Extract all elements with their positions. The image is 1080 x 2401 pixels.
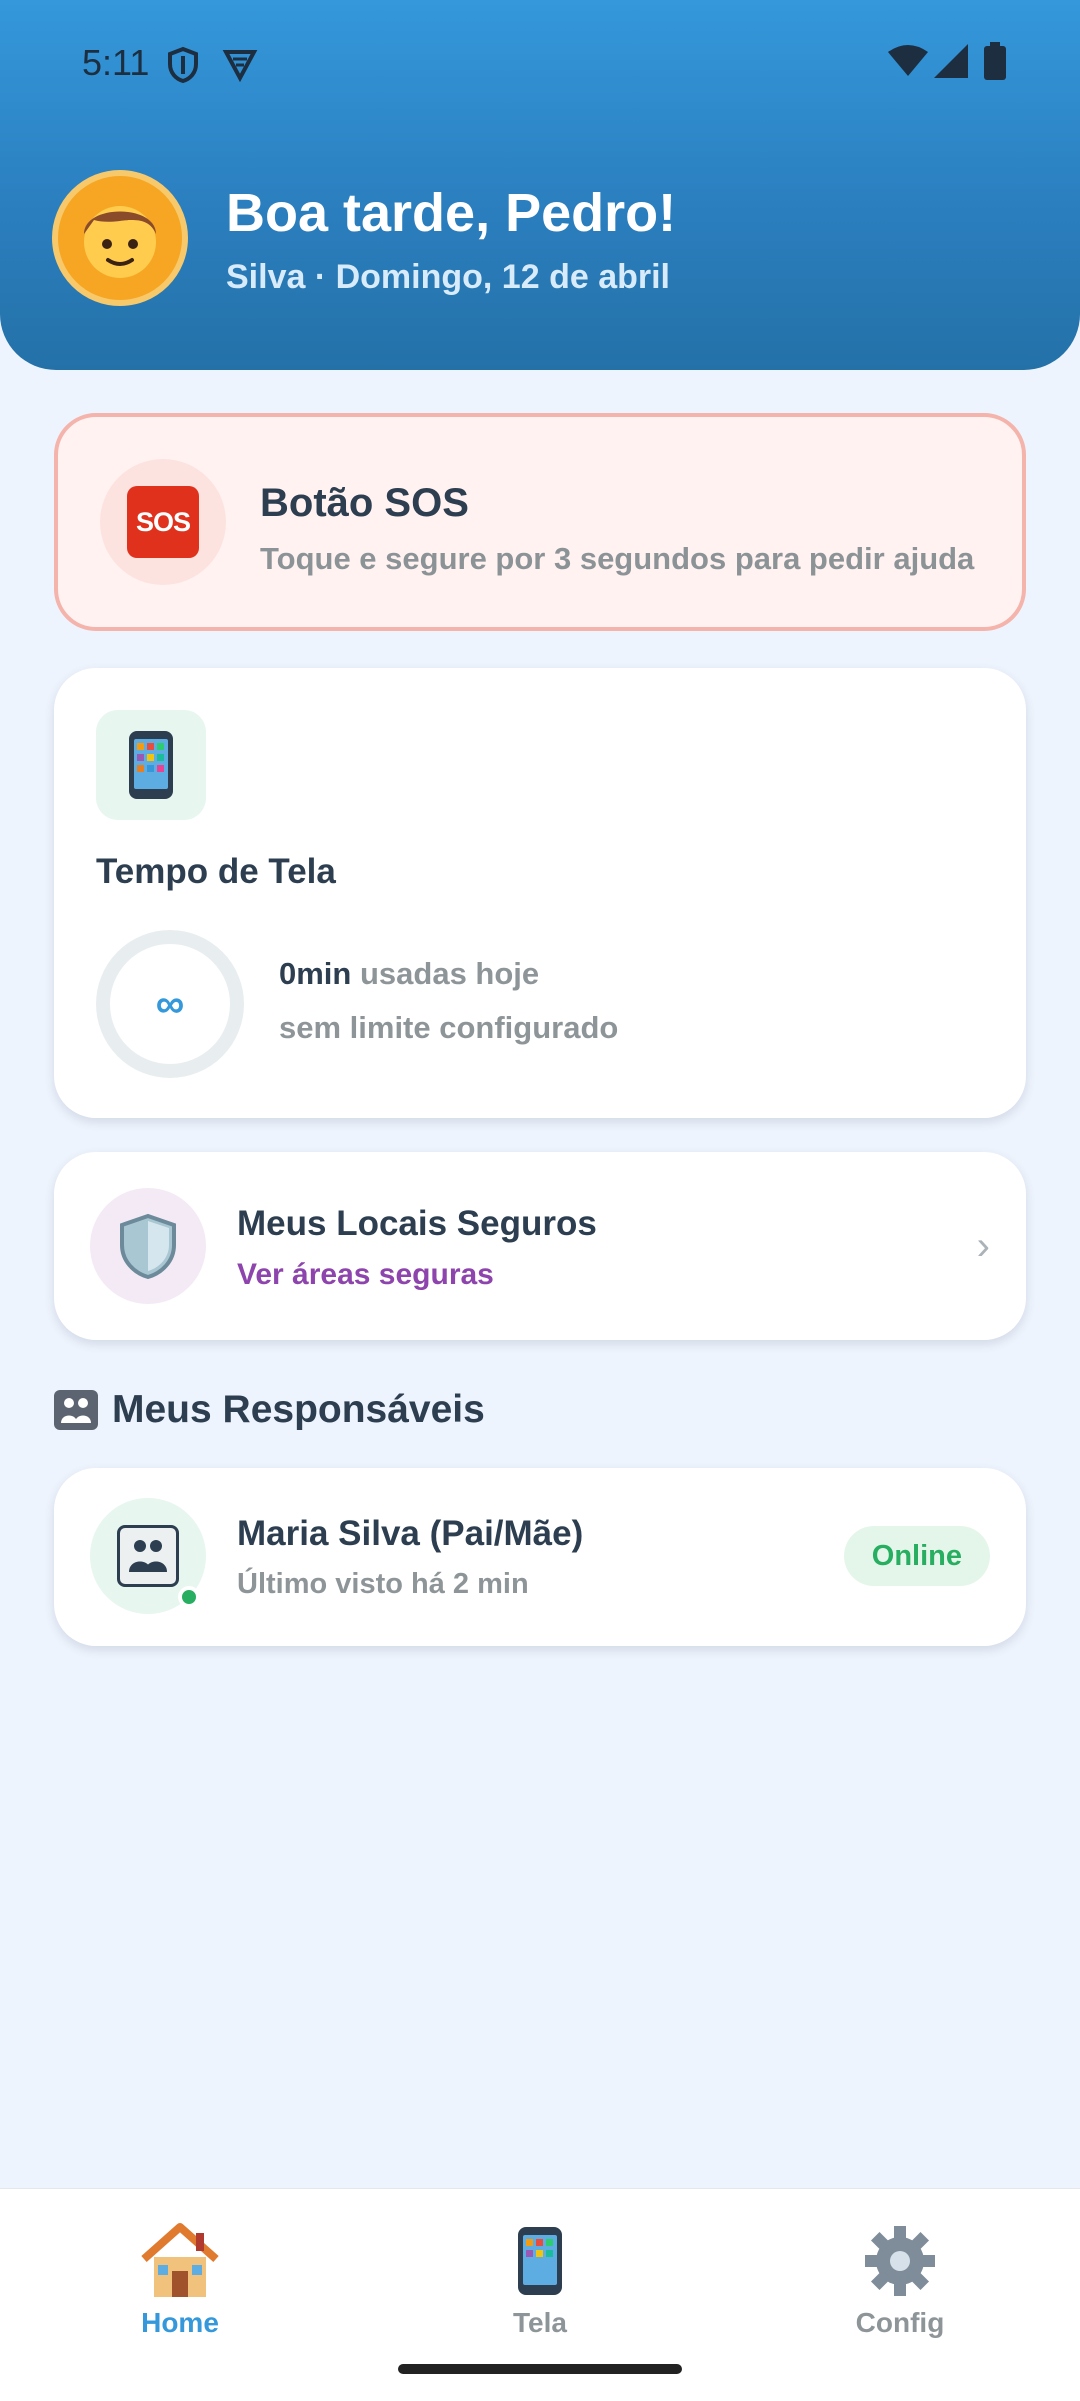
shield-icon bbox=[120, 1213, 176, 1279]
sos-card[interactable]: SOS Botão SOS Toque e segure por 3 segun… bbox=[54, 413, 1026, 631]
guardian-last-seen: Último visto há 2 min bbox=[237, 1568, 529, 1600]
house-icon bbox=[80, 2219, 280, 2303]
header: 5:11 Boa tarde, Pedro! Silva · Domingo, … bbox=[0, 0, 1080, 370]
vpn-status-icon bbox=[222, 50, 258, 82]
shield-circle bbox=[90, 1188, 206, 1304]
gear-icon bbox=[800, 2219, 1000, 2303]
status-time: 5:11 bbox=[82, 42, 150, 83]
family-icon bbox=[117, 1525, 179, 1587]
nav-home[interactable]: Home bbox=[80, 2219, 280, 2339]
guardians-title-text: Meus Responsáveis bbox=[112, 1388, 485, 1431]
greeting: Boa tarde, Pedro! bbox=[226, 183, 677, 243]
screen-time-title: Tempo de Tela bbox=[96, 852, 336, 891]
infinity-symbol: ∞ bbox=[155, 981, 185, 1026]
phone-icon bbox=[440, 2219, 640, 2303]
nav-screen-label: Tela bbox=[513, 2307, 567, 2338]
chevron-right-icon: › bbox=[976, 1224, 990, 1268]
safe-places-link[interactable]: Ver áreas seguras bbox=[237, 1258, 494, 1292]
nav-home-label: Home bbox=[141, 2307, 219, 2338]
sos-title: Botão SOS bbox=[260, 481, 469, 525]
limit-text: sem limite configurado bbox=[279, 1010, 619, 1045]
avatar[interactable] bbox=[52, 170, 188, 306]
sos-icon-circle: SOS bbox=[100, 459, 226, 585]
battery-icon bbox=[984, 42, 1006, 80]
home-indicator[interactable] bbox=[398, 2364, 682, 2374]
usage-text: 0min usadas hoje bbox=[279, 956, 539, 992]
boy-face-icon bbox=[84, 206, 156, 278]
signal-icon bbox=[934, 44, 968, 78]
screen-time-card[interactable]: Tempo de Tela ∞ 0min usadas hoje sem lim… bbox=[54, 668, 1026, 1118]
guardian-card[interactable]: Maria Silva (Pai/Mãe) Último visto há 2 … bbox=[54, 1468, 1026, 1646]
sos-icon: SOS bbox=[127, 486, 199, 558]
status-bar: 5:11 bbox=[0, 0, 1080, 130]
header-subline: Silva · Domingo, 12 de abril bbox=[226, 258, 670, 296]
guardians-section-title: Meus Responsáveis bbox=[54, 1388, 485, 1432]
status-badge: Online bbox=[843, 1526, 990, 1586]
safe-places-title: Meus Locais Seguros bbox=[237, 1204, 597, 1243]
shield-status-icon bbox=[168, 46, 198, 84]
phone-icon bbox=[129, 731, 173, 799]
usage-ring: ∞ bbox=[96, 930, 244, 1078]
online-indicator bbox=[178, 1586, 200, 1608]
wifi-icon bbox=[888, 45, 928, 76]
nav-screen[interactable]: Tela bbox=[440, 2219, 640, 2339]
phone-tile bbox=[96, 710, 206, 820]
guardian-name: Maria Silva (Pai/Mãe) bbox=[237, 1514, 584, 1553]
sos-subtitle: Toque e segure por 3 segundos para pedir… bbox=[260, 541, 975, 576]
usage-value: 0min bbox=[279, 956, 352, 991]
nav-config-label: Config bbox=[855, 2307, 945, 2338]
nav-config[interactable]: Config bbox=[800, 2219, 1000, 2339]
usage-suffix: usadas hoje bbox=[351, 956, 540, 991]
family-icon bbox=[54, 1390, 98, 1430]
safe-places-card[interactable]: Meus Locais Seguros Ver áreas seguras › bbox=[54, 1152, 1026, 1340]
